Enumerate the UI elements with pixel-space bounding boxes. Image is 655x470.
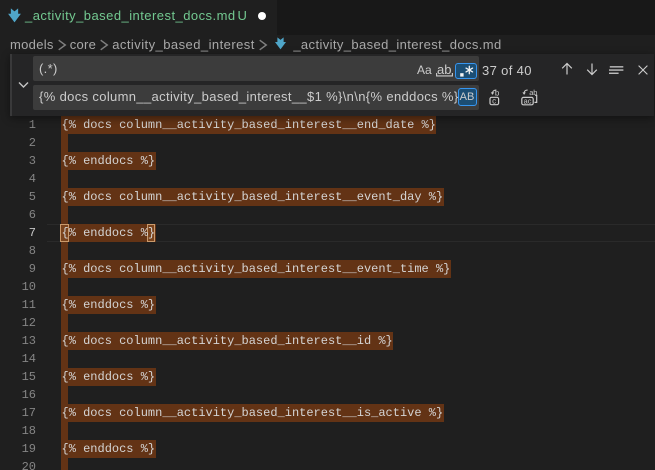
svg-text:c: c xyxy=(492,96,496,105)
svg-text:ac: ac xyxy=(523,96,531,105)
